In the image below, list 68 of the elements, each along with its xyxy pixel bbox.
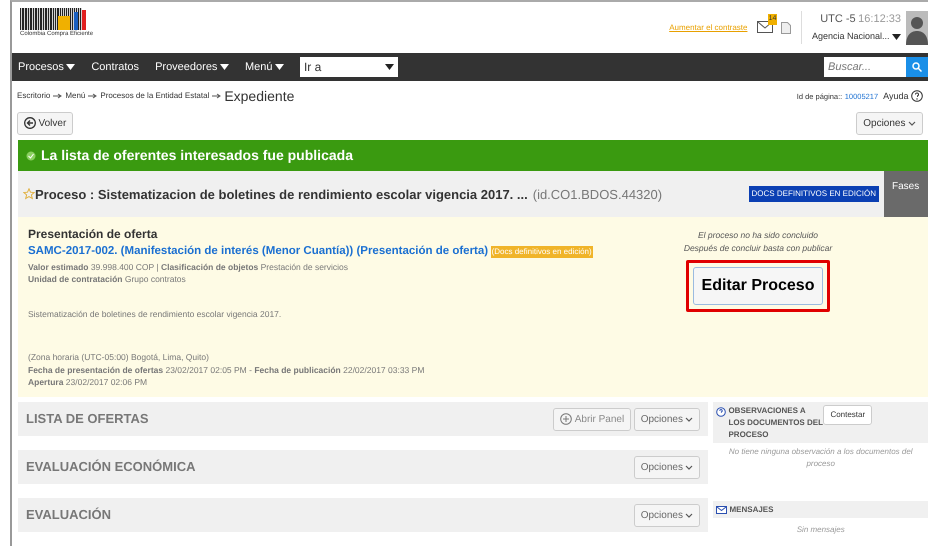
section-title: LISTA DE OFERTAS <box>26 410 150 428</box>
process-reference-link[interactable]: SAMC-2017-002. (Manifestación de interés (Menor Cuantía)) (Presentación de oferta) <box>28 243 488 260</box>
timezone-text: (Zona horaria (UTC-05:00) Bogotá, Lima, Quito) <box>28 350 210 364</box>
banner-text: La lista de oferentes interesados fue publicada <box>41 146 353 165</box>
section-title: EVALUACIÓN <box>26 506 112 524</box>
nav-menu-item[interactable]: Menú <box>244 58 284 76</box>
arrow-right-icon <box>52 93 63 100</box>
options-button[interactable]: Opciones <box>634 504 700 526</box>
chevron-down-icon <box>908 120 916 126</box>
chevron-down-icon <box>685 512 694 518</box>
clock-time: 16:12:33 <box>858 12 901 28</box>
help-link[interactable]: Ayuda <box>883 90 908 103</box>
options-button[interactable]: Opciones <box>634 408 700 430</box>
envelope-icon <box>716 506 727 514</box>
observations-empty-text: No tiene ninguna observación a los documentos del proceso <box>728 446 914 470</box>
section-title: EVALUACIÓN ECONÓMICA <box>26 458 196 476</box>
caret-icon <box>384 64 394 70</box>
description-text: Sistematización de boletines de rendimiento escolar vigencia 2017. <box>28 308 282 321</box>
chevron-down-icon <box>685 416 694 422</box>
edit-process-button[interactable]: Editar Proceso <box>692 266 824 305</box>
caret-icon <box>220 64 229 70</box>
check-icon <box>26 150 36 160</box>
process-title: Proceso : Sistematizacion de boletines de rendimiento escolar vigencia 2017. ... <box>35 186 528 204</box>
caret-icon <box>66 64 76 70</box>
caret-icon <box>892 34 901 40</box>
status-note: Después de concluir basta con publicar <box>684 242 832 255</box>
options-button[interactable]: Opciones <box>634 456 700 478</box>
help-icon <box>911 90 923 102</box>
caret-icon <box>274 64 284 70</box>
help-icon <box>716 407 726 417</box>
messages-title: MENSAJES <box>729 504 774 516</box>
search-field[interactable]: Buscar... <box>824 56 906 77</box>
nav-menu-item[interactable]: Proveedores <box>155 58 229 76</box>
avatar-icon <box>906 10 928 45</box>
back-button[interactable]: Volver <box>17 112 74 135</box>
detail-line: Unidad de contratación Grupo contratos <box>28 273 187 286</box>
options-button[interactable]: Opciones <box>856 112 923 135</box>
date-line: Apertura 23/02/2017 02:06 PM <box>28 376 148 389</box>
date-line: Fecha de presentación de ofertas 23/02/2017 02:05 PM - Fecha de publicación 22/02/2017 03:33 PM <box>28 364 426 376</box>
status-badge: DOCS DEFINITIVOS EN EDICIÓN <box>748 186 879 202</box>
document-icon <box>780 22 791 34</box>
nav-menu-item[interactable]: Procesos <box>18 58 76 76</box>
chevron-down-icon <box>685 464 694 470</box>
status-tag: (Docs definitivos en edición) <box>490 246 593 258</box>
breadcrumb-link[interactable]: Escritorio <box>17 90 50 102</box>
detail-line: Valor estimado 39.998.400 COP | Clasificación de objetos Prestación de servicios <box>28 260 350 274</box>
plus-circle-icon <box>560 413 572 425</box>
nav-menu-item[interactable]: Contratos <box>91 58 140 76</box>
clock-zone: UTC -5 <box>820 12 856 28</box>
breadcrumb-link[interactable]: Menú <box>65 90 86 102</box>
star-icon <box>23 188 35 200</box>
breadcrumb-current: Expediente <box>224 86 294 106</box>
messages-empty-text: Sin mensajes <box>796 524 846 536</box>
process-id: (id.CO1.BDOS.44320) <box>532 186 662 204</box>
goto-select[interactable]: Ir a <box>300 56 398 77</box>
search-button[interactable] <box>906 56 928 77</box>
agency-name[interactable]: Agencia Nacional... <box>812 30 890 44</box>
back-arrow-icon <box>24 117 36 130</box>
envelope-icon <box>757 21 774 34</box>
search-icon <box>912 62 922 72</box>
reply-button[interactable]: Contestar <box>823 404 872 424</box>
arrow-right-icon <box>212 93 222 100</box>
arrow-right-icon <box>88 93 98 100</box>
breadcrumb-link[interactable]: Procesos de la Entidad Estatal <box>100 90 210 102</box>
observations-title: OBSERVACIONES A LOS DOCUMENTOS DEL PROCESO <box>728 404 824 440</box>
status-note: El proceso no ha sido concluido <box>698 229 818 242</box>
phase-title: Presentación de oferta <box>28 226 158 244</box>
phases-tab[interactable]: Fases <box>884 171 928 218</box>
